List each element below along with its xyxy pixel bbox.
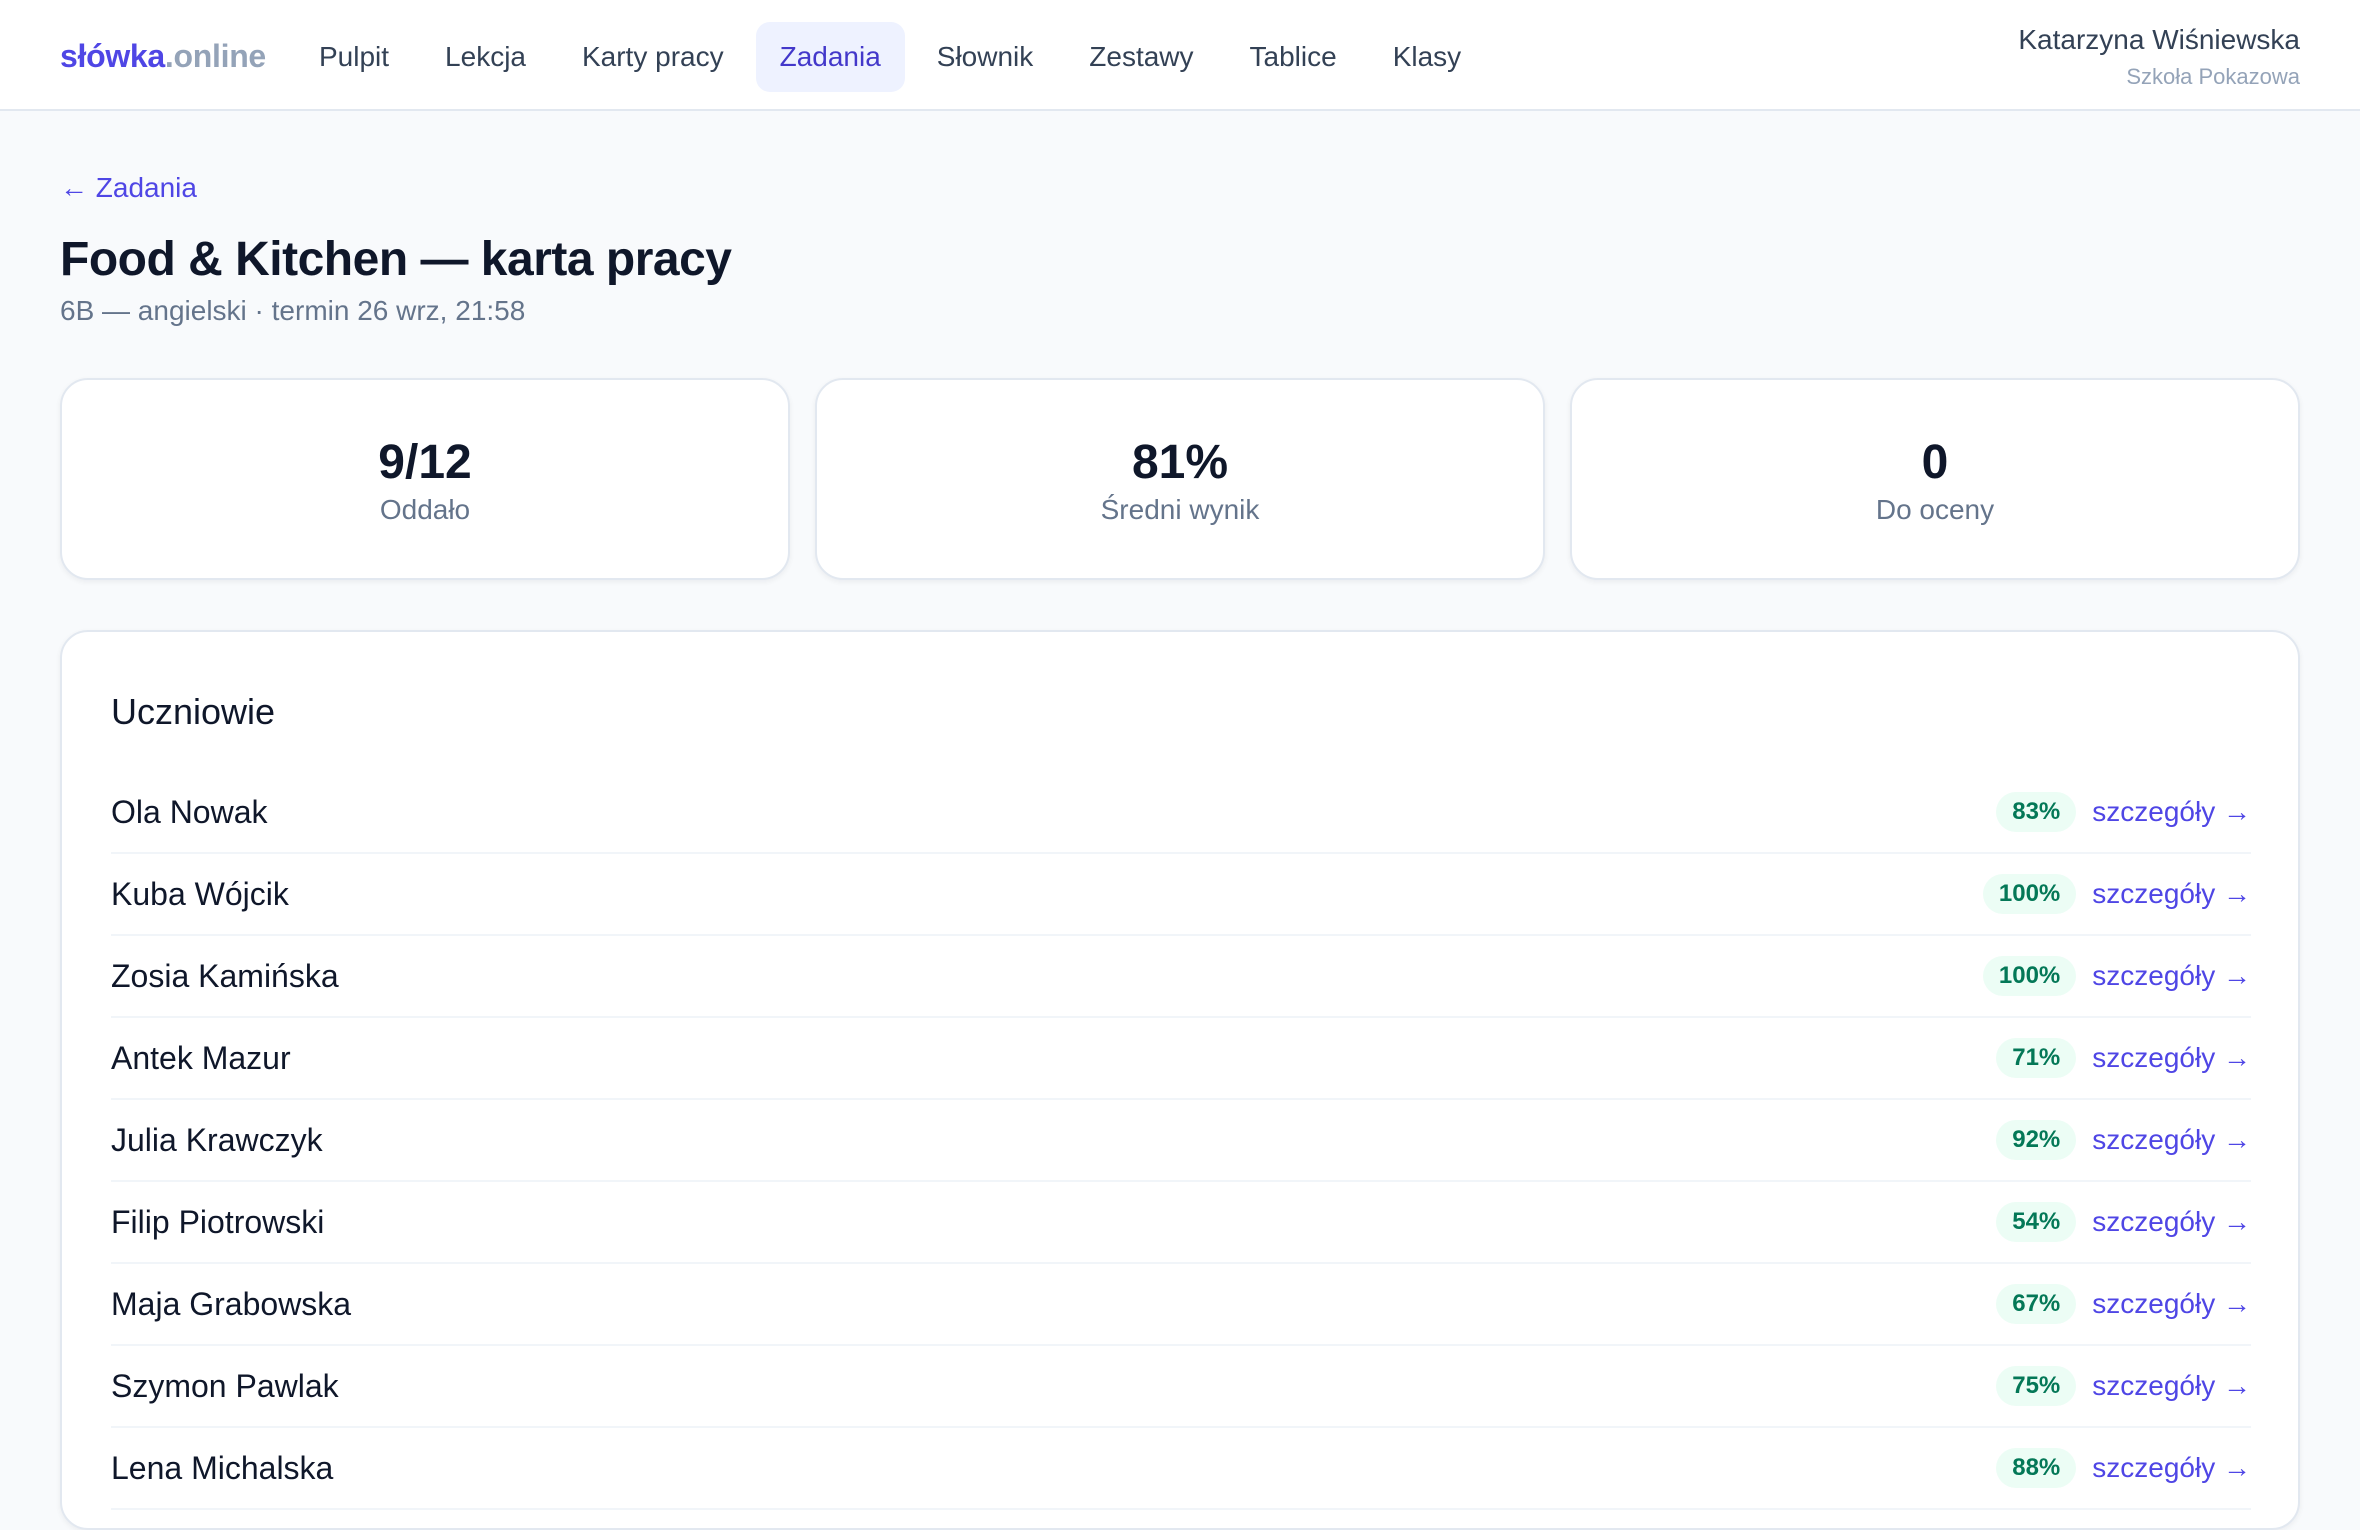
stat-label: Do oceny [1875,494,1995,525]
score-badge: 100% [1982,956,2077,996]
student-name: Maja Grabowska [111,1285,352,1322]
nav-item-zestawy[interactable]: Zestawy [1065,22,1217,92]
details-link[interactable]: szczegóły → [2092,1042,2251,1074]
student-row: Antek Mazur 71% szczegóły → [111,1018,2251,1100]
score-badge: 83% [1996,792,2077,832]
student-name: Filip Piotrowski [111,1203,325,1240]
score-badge: 88% [1996,1448,2077,1488]
details-link[interactable]: szczegóły → [2092,960,2251,992]
app-logo[interactable]: słówka.online [60,36,266,76]
details-link[interactable]: szczegóły → [2092,1206,2251,1238]
student-name: Julia Krawczyk [111,1121,323,1158]
student-row: Julia Krawczyk 92% szczegóły → [111,1100,2251,1182]
page-subtitle: 6B — angielski · termin 26 wrz, 21:58 [60,295,526,326]
student-row: Szymon Pawlak 75% szczegóły → [111,1346,2251,1428]
details-link[interactable]: szczegóły → [2092,796,2251,828]
score-badge: 75% [1996,1366,2077,1406]
stat-card-average-score: 81% Średni wynik [815,378,1545,580]
stat-value: 9/12 [378,436,472,489]
student-name: Kuba Wójcik [111,875,289,912]
stat-card-submitted: 9/12 Oddało [60,378,790,580]
stat-label: Oddało [379,494,471,525]
student-row: Kuba Wójcik 100% szczegóły → [111,854,2251,936]
students-section-title: Uczniowie [111,691,276,732]
details-link[interactable]: szczegóły → [2092,1288,2251,1320]
student-row: Zosia Kamińska 100% szczegóły → [111,936,2251,1018]
back-to-assignments-link[interactable]: ← Zadania [60,170,197,206]
nav-item-karty-pracy[interactable]: Karty pracy [558,22,748,92]
stat-value: 81% [1131,436,1229,489]
logo-tld: .online [164,38,266,74]
stat-label: Średni wynik [1100,494,1260,525]
nav-item-zadania[interactable]: Zadania [755,22,905,92]
students-panel: Uczniowie Ola Nowak 83% szczegóły → Kuba… [60,630,2300,1530]
score-badge: 100% [1982,874,2077,914]
details-link[interactable]: szczegóły → [2092,1124,2251,1156]
student-name: Zosia Kamińska [111,957,339,994]
student-list: Ola Nowak 83% szczegóły → Kuba Wójcik 10… [111,772,2251,1510]
student-name: Antek Mazur [111,1039,291,1076]
page-title: Food & Kitchen — karta pracy [60,233,732,286]
nav-item-lekcja[interactable]: Lekcja [421,22,550,92]
stats-row: 9/12 Oddało 81% Średni wynik 0 Do oceny [60,378,2300,580]
user-info[interactable]: Katarzyna Wiśniewska Szkoła Pokazowa [2018,22,2300,92]
score-badge: 67% [1996,1284,2077,1324]
nav-item-pulpit[interactable]: Pulpit [295,22,413,92]
student-row: Ola Nowak 83% szczegóły → [111,772,2251,854]
details-link[interactable]: szczegóły → [2092,1452,2251,1484]
details-link[interactable]: szczegóły → [2092,1370,2251,1402]
student-name: Ola Nowak [111,793,268,830]
score-badge: 92% [1996,1120,2077,1160]
stat-value: 0 [1921,436,1949,489]
top-navigation-bar: słówka.online Pulpit Lekcja Karty pracy … [0,0,2360,111]
details-link[interactable]: szczegóły → [2092,878,2251,910]
logo-brand: słówka [60,38,165,74]
user-school: Szkoła Pokazowa [2126,64,2300,89]
nav-item-slownik[interactable]: Słownik [913,22,1057,92]
student-row: Maja Grabowska 67% szczegóły → [111,1264,2251,1346]
main-nav: Pulpit Lekcja Karty pracy Zadania Słowni… [295,22,1485,92]
student-name: Szymon Pawlak [111,1367,339,1404]
nav-item-klasy[interactable]: Klasy [1369,22,1485,92]
student-name: Lena Michalska [111,1449,334,1486]
student-row: Filip Piotrowski 54% szczegóły → [111,1182,2251,1264]
score-badge: 71% [1996,1038,2077,1078]
stat-card-to-grade: 0 Do oceny [1570,378,2300,580]
nav-item-tablice[interactable]: Tablice [1226,22,1361,92]
student-row: Lena Michalska 88% szczegóły → [111,1428,2251,1510]
score-badge: 54% [1996,1202,2077,1242]
user-name: Katarzyna Wiśniewska [2018,24,2300,55]
